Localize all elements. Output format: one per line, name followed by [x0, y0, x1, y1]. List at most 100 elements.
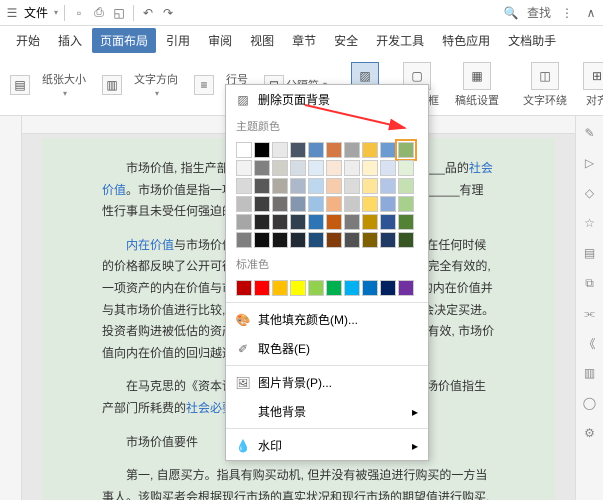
theme-color-swatch[interactable]: [380, 214, 396, 230]
theme-color-swatch[interactable]: [362, 178, 378, 194]
theme-color-swatch[interactable]: [272, 232, 288, 248]
theme-color-swatch[interactable]: [254, 142, 270, 158]
watermark-item[interactable]: 💧 水印 ▸: [226, 431, 428, 460]
shape-icon[interactable]: ◇: [581, 184, 599, 202]
theme-color-swatch[interactable]: [362, 160, 378, 176]
theme-color-swatch[interactable]: [398, 178, 414, 194]
theme-color-swatch[interactable]: [254, 232, 270, 248]
redo-icon[interactable]: ↷: [160, 5, 176, 21]
theme-color-swatch[interactable]: [290, 160, 306, 176]
paper-size-item[interactable]: 纸张大小▾: [38, 69, 90, 100]
theme-color-swatch[interactable]: [308, 232, 324, 248]
paragraph[interactable]: 第一, 自愿买方。指具有购买动机, 但并没有被强迫进行购买的一方当事人。该购买者…: [102, 465, 495, 500]
theme-color-swatch[interactable]: [398, 196, 414, 212]
search-icon[interactable]: 🔍: [503, 5, 519, 21]
pencil-icon[interactable]: ✎: [581, 124, 599, 142]
theme-color-swatch[interactable]: [290, 232, 306, 248]
theme-color-swatch[interactable]: [308, 214, 324, 230]
standard-color-swatch[interactable]: [326, 280, 342, 296]
menu-tab-1[interactable]: 插入: [50, 28, 90, 53]
image-background-item[interactable]: 🖼 图片背景(P)...: [226, 368, 428, 397]
theme-color-swatch[interactable]: [362, 196, 378, 212]
theme-color-swatch[interactable]: [344, 214, 360, 230]
theme-color-swatch[interactable]: [236, 142, 252, 158]
menu-tab-7[interactable]: 安全: [326, 28, 366, 53]
theme-color-swatch[interactable]: [398, 142, 414, 158]
standard-color-swatch[interactable]: [398, 280, 414, 296]
theme-color-swatch[interactable]: [326, 196, 342, 212]
theme-color-swatch[interactable]: [326, 232, 342, 248]
menu-tab-3[interactable]: 引用: [158, 28, 198, 53]
theme-color-swatch[interactable]: [254, 196, 270, 212]
theme-color-swatch[interactable]: [272, 196, 288, 212]
theme-color-swatch[interactable]: [326, 160, 342, 176]
margins-item[interactable]: ▤: [6, 73, 34, 97]
menu-tab-2[interactable]: 页面布局: [92, 28, 156, 53]
theme-color-swatch[interactable]: [236, 214, 252, 230]
preview-icon[interactable]: ◱: [111, 5, 127, 21]
menu-tab-6[interactable]: 章节: [284, 28, 324, 53]
standard-color-swatch[interactable]: [380, 280, 396, 296]
paper-setup-button[interactable]: ▦ 稿纸设置: [451, 60, 503, 110]
hyperlink[interactable]: 内在价值: [126, 238, 174, 252]
theme-color-swatch[interactable]: [380, 196, 396, 212]
theme-color-swatch[interactable]: [254, 178, 270, 194]
theme-color-swatch[interactable]: [290, 196, 306, 212]
collapse-icon[interactable]: 《: [581, 334, 599, 352]
menu-tab-5[interactable]: 视图: [242, 28, 282, 53]
theme-color-swatch[interactable]: [272, 160, 288, 176]
theme-color-swatch[interactable]: [326, 178, 342, 194]
theme-color-swatch[interactable]: [290, 178, 306, 194]
theme-color-swatch[interactable]: [290, 214, 306, 230]
layout-icon[interactable]: ▥: [581, 364, 599, 382]
menu-tab-4[interactable]: 审阅: [200, 28, 240, 53]
theme-color-swatch[interactable]: [326, 142, 342, 158]
theme-color-swatch[interactable]: [344, 196, 360, 212]
print-icon[interactable]: ⎙: [91, 5, 107, 21]
save-icon[interactable]: ▫: [71, 5, 87, 21]
text-direction-item[interactable]: 文字方向▾: [130, 69, 182, 100]
circle-icon[interactable]: ◯: [581, 394, 599, 412]
standard-color-swatch[interactable]: [272, 280, 288, 296]
clipboard-icon[interactable]: ▤: [581, 244, 599, 262]
theme-color-swatch[interactable]: [380, 142, 396, 158]
menu-tab-10[interactable]: 文档助手: [500, 28, 564, 53]
theme-color-swatch[interactable]: [236, 196, 252, 212]
menu-tab-9[interactable]: 特色应用: [434, 28, 498, 53]
chevron-icon[interactable]: ∧: [583, 5, 599, 21]
theme-color-swatch[interactable]: [398, 214, 414, 230]
align-button[interactable]: ⊞ 对齐: [579, 60, 603, 110]
star-icon[interactable]: ☆: [581, 214, 599, 232]
menu-tab-0[interactable]: 开始: [8, 28, 48, 53]
theme-color-swatch[interactable]: [380, 232, 396, 248]
theme-color-swatch[interactable]: [308, 160, 324, 176]
theme-color-swatch[interactable]: [398, 160, 414, 176]
remove-background-item[interactable]: ▨ 删除页面背景: [226, 85, 428, 114]
eyedropper-item[interactable]: ✐ 取色器(E): [226, 334, 428, 363]
theme-color-swatch[interactable]: [362, 232, 378, 248]
theme-color-swatch[interactable]: [308, 142, 324, 158]
theme-color-swatch[interactable]: [272, 214, 288, 230]
app-menu-icon[interactable]: ☰: [4, 5, 20, 21]
standard-color-swatch[interactable]: [308, 280, 324, 296]
theme-color-swatch[interactable]: [398, 232, 414, 248]
menu-tab-8[interactable]: 开发工具: [368, 28, 432, 53]
theme-color-swatch[interactable]: [254, 160, 270, 176]
standard-color-swatch[interactable]: [362, 280, 378, 296]
more-icon[interactable]: ⋮: [559, 5, 575, 21]
more-fill-colors-item[interactable]: 🎨 其他填充颜色(M)...: [226, 305, 428, 334]
standard-color-swatch[interactable]: [254, 280, 270, 296]
theme-color-swatch[interactable]: [380, 160, 396, 176]
theme-color-swatch[interactable]: [308, 196, 324, 212]
theme-color-swatch[interactable]: [344, 142, 360, 158]
theme-color-swatch[interactable]: [236, 232, 252, 248]
theme-color-swatch[interactable]: [272, 142, 288, 158]
theme-color-swatch[interactable]: [254, 214, 270, 230]
theme-color-swatch[interactable]: [344, 178, 360, 194]
theme-color-swatch[interactable]: [362, 214, 378, 230]
theme-color-swatch[interactable]: [236, 178, 252, 194]
other-background-item[interactable]: 其他背景 ▸: [226, 397, 428, 426]
theme-color-swatch[interactable]: [290, 142, 306, 158]
undo-icon[interactable]: ↶: [140, 5, 156, 21]
columns-icon[interactable]: ▥: [98, 73, 126, 97]
